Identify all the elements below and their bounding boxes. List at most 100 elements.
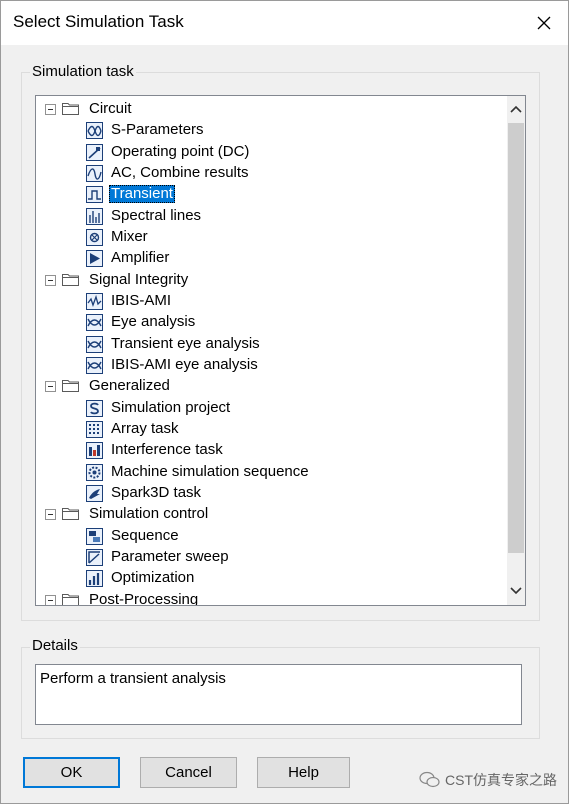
folder-icon <box>62 102 79 115</box>
ac-combine-results-icon <box>86 164 103 182</box>
scrollbar-thumb[interactable] <box>508 123 524 553</box>
tree-item-simulation-project[interactable]: Simulation project <box>36 398 508 419</box>
help-button[interactable]: Help <box>257 757 350 788</box>
collapse-toggle-icon[interactable] <box>45 274 56 286</box>
scroll-down-button[interactable] <box>508 580 524 602</box>
scroll-up-button[interactable] <box>508 98 524 120</box>
tree-item-label: Spectral lines <box>111 206 202 224</box>
spectral-lines-icon <box>86 207 103 225</box>
tree-item-label: Amplifier <box>111 249 170 267</box>
tree-group-post-processing[interactable]: Post-Processing <box>36 590 508 605</box>
s-parameters-icon <box>86 122 103 140</box>
tree-item-label: Operating point (DC) <box>111 142 250 160</box>
wechat-icon <box>419 771 440 788</box>
watermark-text: CST仿真专家之路 <box>445 772 557 788</box>
close-button[interactable] <box>526 5 562 41</box>
tree-item-mixer[interactable]: Mixer <box>36 227 508 248</box>
tree-item-label: Sequence <box>111 526 179 544</box>
tree-item-optimization[interactable]: Optimization <box>36 568 508 589</box>
operating-point-dc-icon <box>86 143 103 161</box>
tree-item-label: Transient <box>109 185 175 204</box>
transient-icon <box>86 186 103 204</box>
tree-group-label: Post-Processing <box>89 590 199 605</box>
chevron-down-icon <box>510 587 522 595</box>
chevron-up-icon <box>510 105 522 113</box>
tree-item-label: S-Parameters <box>111 121 204 139</box>
ok-button[interactable]: OK <box>23 757 120 788</box>
vertical-scrollbar[interactable] <box>507 96 525 605</box>
eye-analysis-icon <box>86 314 103 332</box>
folder-icon <box>62 379 79 393</box>
tree-group-label: Circuit <box>89 100 132 117</box>
amplifier-icon <box>86 250 103 268</box>
parameter-sweep-icon <box>86 548 103 566</box>
tree-item-label: Eye analysis <box>111 313 196 331</box>
details-text-box: Perform a transient analysis <box>35 664 522 725</box>
tree-item-transient-eye-analysis[interactable]: Transient eye analysis <box>36 334 508 355</box>
tree-group-label: Generalized <box>89 377 170 395</box>
array-task-icon <box>86 420 103 438</box>
collapse-toggle-icon[interactable] <box>45 381 56 393</box>
machine-simulation-sequence-icon <box>86 463 103 481</box>
tree-item-spark3d-task[interactable]: Spark3D task <box>36 483 508 504</box>
tree-item-parameter-sweep[interactable]: Parameter sweep <box>36 547 508 568</box>
tree-item-machine-simulation-sequence[interactable]: Machine simulation sequence <box>36 462 508 483</box>
tree-group-circuit[interactable]: Circuit <box>36 99 508 120</box>
simulation-task-tree[interactable]: Circuit S-Parameters Operating point (DC) A… <box>35 95 526 606</box>
folder-icon <box>62 273 79 286</box>
mixer-icon <box>86 228 103 246</box>
tree-item-array-task[interactable]: Array task <box>36 419 508 440</box>
tree-item-transient[interactable]: Transient <box>36 184 508 205</box>
tree-item-label: Array task <box>111 419 179 437</box>
tree-item-sequence[interactable]: Sequence <box>36 526 508 547</box>
tree-item-amplifier[interactable]: Amplifier <box>36 248 508 269</box>
optimization-icon <box>86 570 103 588</box>
tree-item-interference-task[interactable]: Interference task <box>36 440 508 461</box>
spark3d-task-icon <box>86 484 103 502</box>
simulation-project-icon <box>86 399 103 417</box>
tree-item-label: Interference task <box>111 441 223 459</box>
interference-task-icon <box>86 442 103 460</box>
watermark: CST仿真专家之路 <box>419 770 557 790</box>
tree-item-label: Mixer <box>111 227 148 245</box>
tree-item-label: Optimization <box>111 569 195 587</box>
folder-icon <box>62 593 79 605</box>
tree-item-eye-analysis[interactable]: Eye analysis <box>36 312 508 333</box>
tree-item-ibis-ami[interactable]: IBIS-AMI <box>36 291 508 312</box>
close-icon <box>537 16 551 30</box>
cancel-button[interactable]: Cancel <box>140 757 237 788</box>
tree-item-label: Spark3D task <box>111 483 202 501</box>
tree-group-label: Simulation control <box>89 505 209 523</box>
details-label: Details <box>30 637 80 654</box>
details-text: Perform a transient analysis <box>40 670 226 687</box>
sequence-icon <box>86 527 103 545</box>
tree-item-label: Simulation project <box>111 398 231 416</box>
tree-group-label: Signal Integrity <box>89 270 189 288</box>
tree-group-generalized[interactable]: Generalized <box>36 376 508 397</box>
ibis-ami-eye-analysis-icon <box>86 356 103 374</box>
tree-item-ac-combine-results[interactable]: AC, Combine results <box>36 163 508 184</box>
tree-item-label: Transient eye analysis <box>111 334 260 352</box>
window-title: Select Simulation Task <box>13 12 184 31</box>
simulation-task-label: Simulation task <box>30 63 136 80</box>
tree-group-simulation-control[interactable]: Simulation control <box>36 504 508 525</box>
collapse-toggle-icon[interactable] <box>45 594 56 605</box>
ibis-ami-icon <box>86 292 103 310</box>
collapse-toggle-icon[interactable] <box>45 104 56 115</box>
tree-item-ibis-ami-eye-analysis[interactable]: IBIS-AMI eye analysis <box>36 355 508 376</box>
tree-group-signal-integrity[interactable]: Signal Integrity <box>36 270 508 291</box>
tree-item-label: IBIS-AMI <box>111 291 172 309</box>
tree-item-label: AC, Combine results <box>111 163 249 181</box>
tree-content: Circuit S-Parameters Operating point (DC) A… <box>36 96 508 605</box>
transient-eye-analysis-icon <box>86 335 103 353</box>
tree-item-operating-point-dc[interactable]: Operating point (DC) <box>36 142 508 163</box>
select-simulation-task-dialog: Select Simulation Task Simulation task C… <box>0 0 569 804</box>
tree-item-label: Parameter sweep <box>111 547 229 565</box>
collapse-toggle-icon[interactable] <box>45 509 56 521</box>
tree-item-label: IBIS-AMI eye analysis <box>111 355 258 373</box>
tree-item-spectral-lines[interactable]: Spectral lines <box>36 206 508 227</box>
folder-icon <box>62 507 79 521</box>
tree-item-label: Machine simulation sequence <box>111 462 309 480</box>
tree-item-s-parameters[interactable]: S-Parameters <box>36 120 508 141</box>
title-bar: Select Simulation Task <box>1 1 568 45</box>
